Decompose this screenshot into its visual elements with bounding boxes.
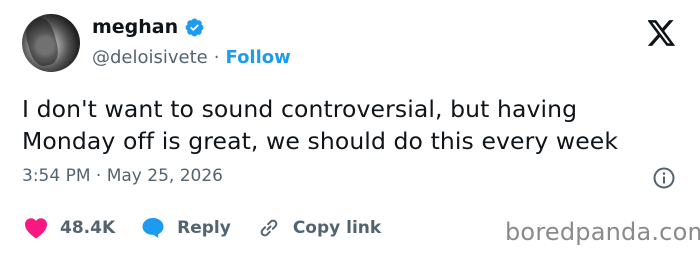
link-icon	[260, 219, 278, 237]
tweet-text: I don't want to sound controversial, but…	[22, 93, 682, 157]
reply-bubble-icon	[142, 218, 164, 238]
source-watermark: boredpanda.com	[505, 218, 700, 246]
reply-button[interactable]: Reply	[141, 217, 231, 239]
info-icon[interactable]	[652, 166, 676, 190]
x-logo-icon[interactable]	[648, 20, 676, 46]
user-handle[interactable]: @deloisivete	[92, 47, 208, 68]
display-name[interactable]: meghan	[92, 16, 178, 38]
tweet-text-line-2: Monday off is great, we should do this e…	[22, 127, 619, 155]
handle-row: @deloisivete · Follow	[92, 47, 291, 68]
copy-link-button[interactable]: Copy link	[257, 216, 381, 240]
reply-label: Reply	[177, 218, 231, 238]
like-button[interactable]: 48.4K	[24, 217, 115, 239]
follow-button[interactable]: Follow	[226, 47, 291, 68]
tweet-text-line-1: I don't want to sound controversial, but…	[22, 95, 578, 123]
verified-badge-icon	[185, 18, 204, 36]
tweet-timestamp[interactable]: 3:54 PM · May 25, 2026	[22, 166, 223, 186]
action-bar: 48.4K Reply Copy link	[24, 216, 407, 240]
like-count: 48.4K	[60, 218, 116, 238]
avatar[interactable]	[22, 14, 80, 72]
separator-dot: ·	[213, 47, 220, 68]
heart-icon	[25, 218, 47, 239]
user-name-row: meghan	[92, 14, 205, 40]
copy-link-label: Copy link	[292, 218, 382, 238]
